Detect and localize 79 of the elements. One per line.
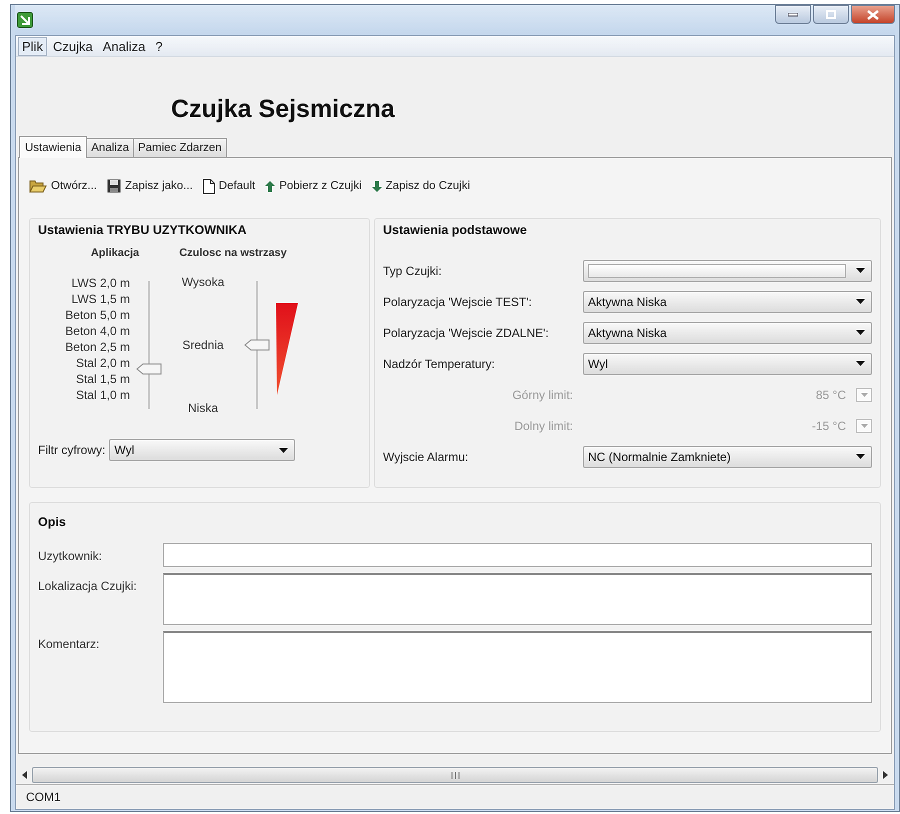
- app-title: Czujka Sejsmiczna: [171, 95, 396, 125]
- document-icon: [202, 178, 215, 194]
- slider-label: Beton 5,0 m: [65, 307, 130, 323]
- scroll-left-icon[interactable]: [22, 771, 28, 779]
- group-title: Opis: [38, 515, 67, 529]
- text-field[interactable]: [163, 631, 872, 703]
- field-label: Dolny limit:: [513, 418, 574, 432]
- caret-icon: [860, 392, 868, 396]
- slider-label: Wysoka: [182, 275, 224, 289]
- tab[interactable]: Ustawienia: [19, 136, 88, 158]
- tab[interactable]: Pamiec Zdarzen: [132, 138, 227, 157]
- wedge-icon: [276, 303, 298, 395]
- field-value: -15 °C: [812, 418, 846, 432]
- field-label: Wyjscie Alarmu:: [383, 450, 470, 464]
- slider-label: Stal 1,5 m: [76, 371, 130, 387]
- toolbar-button[interactable]: Otwórz...: [29, 179, 98, 193]
- text-field[interactable]: [163, 543, 872, 567]
- slider-label: Beton 4,0 m: [65, 323, 130, 339]
- close-icon: [867, 10, 879, 20]
- dropdown[interactable]: Aktywna Niska: [583, 290, 872, 312]
- slider-label: Beton 2,5 m: [65, 339, 130, 355]
- maximize-button[interactable]: [813, 5, 849, 24]
- field-label: Uzytkownik:: [38, 548, 104, 565]
- scroll-right-icon[interactable]: [882, 771, 888, 779]
- caret-icon: [279, 448, 288, 452]
- toolbar-button[interactable]: Zapisz do Czujki: [372, 180, 470, 192]
- minimize-icon: [788, 12, 798, 16]
- caret-icon: [856, 299, 865, 304]
- caret-icon: [856, 454, 865, 459]
- field-label: Komentarz:: [38, 636, 100, 653]
- maximize-icon: [826, 10, 836, 19]
- app-icon: [17, 12, 33, 28]
- slider-label: LWS 2,0 m: [72, 275, 130, 291]
- field-label: Polaryzacja 'Wejscie TEST':: [383, 294, 533, 308]
- field-label: Nadzór Temperatury:: [383, 356, 496, 370]
- menu-item[interactable]: Plik: [18, 36, 47, 56]
- close-button[interactable]: [851, 5, 895, 24]
- dropdown[interactable]: Aktywna Niska: [583, 322, 872, 344]
- dropdown-button[interactable]: [856, 418, 872, 432]
- menu-item[interactable]: Analiza: [98, 36, 150, 56]
- dropdown[interactable]: [583, 260, 872, 282]
- arrow-up-icon: [265, 180, 276, 192]
- dropdown[interactable]: NC (Normalnie Zamkniete): [583, 446, 872, 468]
- slider-label: Stal 1,0 m: [76, 387, 130, 403]
- menu-item[interactable]: ?: [151, 36, 167, 56]
- field-label: Lokalizacja Czujki:: [38, 578, 138, 595]
- slider-label: Srednia: [182, 338, 224, 352]
- caret-icon: [856, 330, 865, 335]
- dropdown[interactable]: Wyl: [583, 352, 872, 374]
- caret-icon: [856, 361, 865, 366]
- field-label: Filtr cyfrowy:: [38, 443, 106, 457]
- caret-icon: [860, 424, 868, 428]
- tab[interactable]: Analiza: [86, 138, 134, 157]
- slider-label: LWS 1,5 m: [72, 291, 130, 307]
- menu-item[interactable]: Czujka: [48, 36, 97, 56]
- field-label: Górny limit:: [511, 388, 574, 402]
- minimize-button[interactable]: [775, 5, 811, 24]
- slider-thumb[interactable]: [136, 363, 162, 376]
- slider-label: Stal 2,0 m: [76, 355, 130, 371]
- folder-icon: [29, 179, 47, 193]
- group-title: Ustawienia podstawowe: [383, 223, 528, 237]
- field-value: 85 °C: [816, 388, 846, 402]
- column-heading: Aplikacja: [90, 247, 140, 261]
- slider-label: Niska: [188, 401, 218, 415]
- field-label: Typ Czujki:: [383, 264, 443, 278]
- toolbar-button[interactable]: Zapisz jako...: [107, 179, 193, 193]
- toolbar-button[interactable]: Default: [202, 178, 256, 194]
- scrollbar-thumb[interactable]: [32, 767, 878, 783]
- slider-thumb[interactable]: [244, 339, 270, 351]
- field-label: Polaryzacja 'Wejscie ZDALNE':: [383, 326, 550, 340]
- toolbar-button[interactable]: Pobierz z Czujki: [265, 180, 362, 192]
- floppy-icon: [107, 179, 122, 193]
- group-title: Ustawienia TRYBU UZYTKOWNIKA: [38, 223, 248, 237]
- column-heading: Czulosc na wstrzasy: [178, 247, 288, 261]
- caret-icon: [856, 268, 865, 273]
- dropdown[interactable]: Wyl: [109, 439, 296, 461]
- dropdown-button[interactable]: [856, 388, 872, 402]
- text-field[interactable]: [163, 573, 872, 625]
- arrow-down-icon: [372, 180, 382, 192]
